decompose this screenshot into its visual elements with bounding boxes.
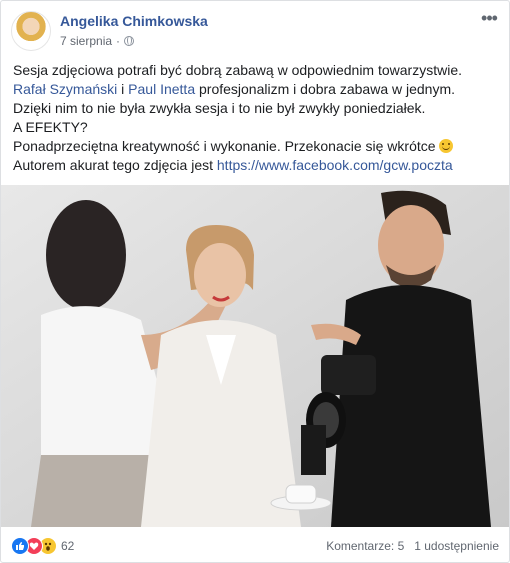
post-paragraph-2: A EFEKTY? [13,119,88,135]
post-footer: 62 Komentarze: 5 1 udostępnienie [11,531,499,559]
avatar[interactable] [11,11,51,51]
comments-count[interactable]: Komentarze: 5 [326,539,404,553]
post-paragraph-1: Sesja zdjęciowa potrafi być dobrą zabawą… [13,62,462,116]
like-icon [11,537,29,555]
post-paragraph-3: Ponadprzeciętna kreatywność i wykonanie.… [13,137,497,156]
url-link[interactable]: https://www.facebook.com/gcw.poczta [217,157,453,173]
globe-icon[interactable] [124,36,135,46]
separator: · [116,34,121,48]
reaction-count[interactable]: 62 [61,539,74,553]
shares-count[interactable]: 1 udostępnienie [414,539,499,553]
post-photo[interactable] [1,185,509,527]
post-header: Angelika Chimkowska 7 sierpnia · ••• [11,9,499,55]
more-icon[interactable]: ••• [479,9,499,29]
mention-link[interactable]: Rafał Szymański [13,81,117,97]
reactions-summary[interactable]: 62 [11,537,74,555]
post-card: Angelika Chimkowska 7 sierpnia · ••• Ses… [0,0,510,563]
author-name[interactable]: Angelika Chimkowska [60,13,208,29]
mention-link[interactable]: Paul Inetta [128,81,195,97]
post-meta: 7 sierpnia · [60,34,135,48]
post-date[interactable]: 7 sierpnia [60,34,112,48]
smile-emoji [439,139,454,153]
post-stats: Komentarze: 5 1 udostępnienie [326,539,499,553]
photo-illustration [1,185,509,527]
post-paragraph-4: Autorem akurat tego zdjęcia jest https:/… [13,157,453,173]
post-text: Sesja zdjęciowa potrafi być dobrą zabawą… [13,61,497,175]
